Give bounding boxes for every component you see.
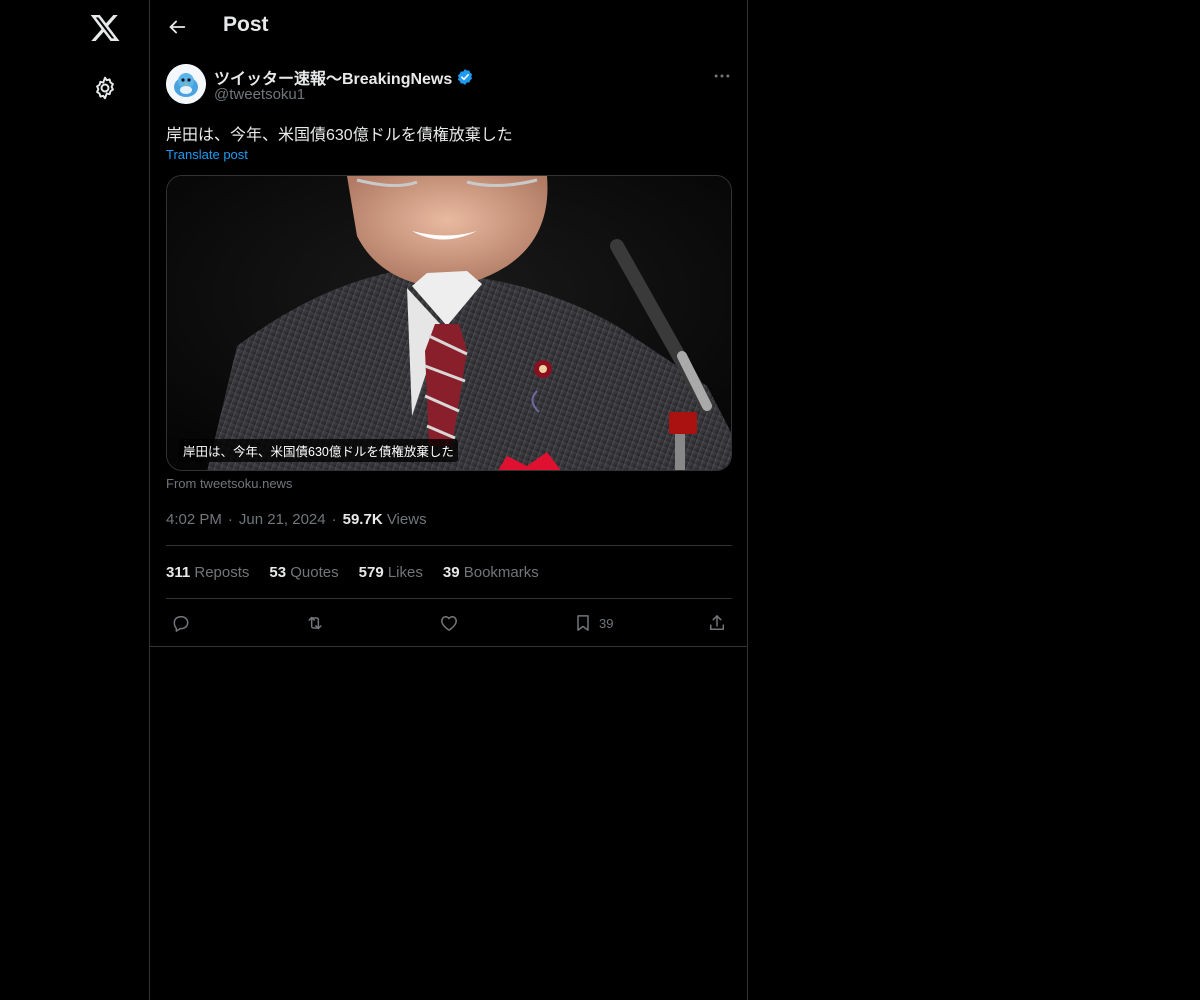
translate-post-link[interactable]: Translate post <box>166 147 248 162</box>
divider <box>166 598 732 599</box>
page-title: Post <box>223 13 269 36</box>
media-caption: 岸田は、今年、米国債630億ドルを債権放棄した <box>179 439 458 462</box>
post-date[interactable]: Jun 21, 2024 <box>239 511 326 528</box>
more-horizontal-icon[interactable] <box>712 66 732 86</box>
quotes-label: Quotes <box>290 564 339 581</box>
share-icon <box>710 615 724 630</box>
post-meta: 4:02 PM · Jun 21, 2024 · 59.7K Views <box>166 511 427 528</box>
post-photo <box>167 176 731 470</box>
share-button[interactable] <box>707 612 727 634</box>
post-header: Post <box>150 0 747 54</box>
likes-label: Likes <box>387 564 423 581</box>
avatar[interactable] <box>166 64 206 104</box>
bookmark-button[interactable]: 39 <box>573 612 613 634</box>
bookmark-count: 39 <box>599 615 614 631</box>
likes-count: 579 <box>358 564 384 581</box>
engagement-stats: 311 Reposts 53 Quotes 579 Likes 39 Bookm… <box>166 564 539 581</box>
source-link[interactable]: From tweetsoku.news <box>166 476 292 491</box>
bookmarks-count: 39 <box>442 564 460 581</box>
gear-icon[interactable] <box>92 75 118 101</box>
reposts-stat[interactable]: 311 Reposts <box>166 564 249 581</box>
reposts-count: 311 <box>166 564 191 581</box>
author-handle[interactable]: @tweetsoku1 <box>214 86 305 103</box>
x-logo-icon[interactable] <box>89 12 121 44</box>
post-bottom-border <box>150 646 747 647</box>
reposts-label: Reposts <box>194 564 250 581</box>
views-label: Views <box>386 511 427 528</box>
reply-icon <box>173 616 189 632</box>
quotes-stat[interactable]: 53 Quotes <box>269 564 338 581</box>
quotes-count: 53 <box>269 564 287 581</box>
like-button[interactable] <box>439 612 459 634</box>
bookmarks-stat[interactable]: 39 Bookmarks <box>443 564 539 581</box>
post-time[interactable]: 4:02 PM <box>166 511 222 528</box>
left-rail <box>0 0 149 1000</box>
post-text: 岸田は、今年、米国債630億ドルを債権放棄した <box>166 127 513 144</box>
meta-separator: · <box>331 511 337 528</box>
arrow-left-icon[interactable] <box>166 16 188 38</box>
heart-icon <box>441 616 457 631</box>
action-bar: 39 <box>166 612 732 636</box>
repost-button[interactable] <box>305 612 325 634</box>
bookmarks-label: Bookmarks <box>463 564 539 581</box>
bird-avatar-icon <box>166 64 206 104</box>
views-count: 59.7K <box>342 511 383 528</box>
likes-stat[interactable]: 579 Likes <box>359 564 423 581</box>
meta-separator: · <box>227 511 233 528</box>
divider <box>166 545 732 546</box>
bookmark-icon <box>577 615 589 631</box>
post-media[interactable]: 岸田は、今年、米国債630億ドルを債権放棄した <box>166 175 732 471</box>
repost-icon <box>308 616 322 630</box>
main-column: Post ツイッター速報〜BreakingNews @tweetsoku1 岸田… <box>149 0 748 1000</box>
reply-button[interactable] <box>171 612 191 634</box>
verified-badge-icon <box>458 69 473 85</box>
